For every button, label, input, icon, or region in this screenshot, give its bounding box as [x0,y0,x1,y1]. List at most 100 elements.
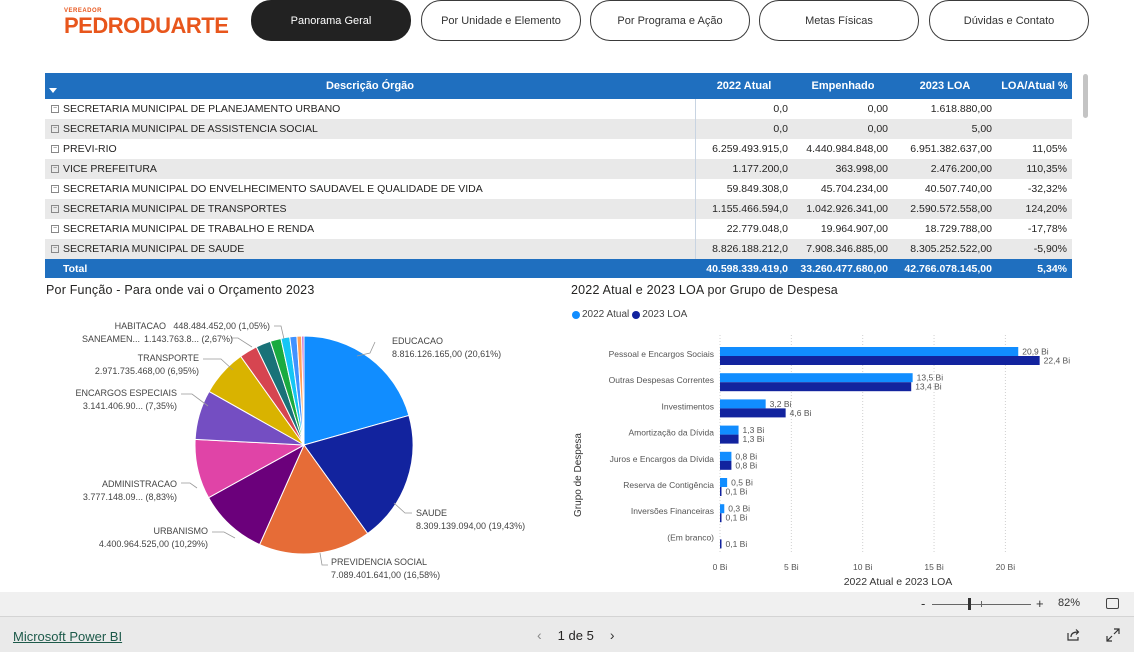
row-empenhado: 19.964.907,00 [820,223,888,235]
legend-2022[interactable]: 2022 Atual [582,309,629,320]
bar-value-label: 0,1 Bi [726,487,748,497]
row-desc: − SECRETARIA MUNICIPAL DE TRABALHO E REND… [45,223,695,235]
bar-value-label: 1,3 Bi [743,434,765,444]
legend-2023[interactable]: 2023 LOA [642,309,687,320]
bar-2023[interactable] [720,539,722,549]
pie-value-habitacao: 448.484.452,00 (1,05%) [173,321,270,331]
bar-2022[interactable] [720,425,739,435]
bar-category-label: Pessoal e Encargos Sociais [609,349,714,359]
table-row[interactable]: − SECRETARIA MUNICIPAL DE PLANEJAMENTO UR… [45,99,1072,119]
row-desc: − PREVI-RIO [45,143,695,155]
bar-2022[interactable] [720,347,1019,356]
table-header: Descrição Órgão 2022 Atual Empenhado 202… [45,73,1072,99]
zoom-default-tick [981,601,982,607]
table-total-row: Total 40.598.339.419,0 33.260.477.680,00… [45,259,1072,278]
table-row[interactable]: − SECRETARIA MUNICIPAL DE ASSISTENCIA SOC… [45,119,1072,139]
bar-title: 2022 Atual e 2023 LOA por Grupo de Despe… [571,283,838,297]
logo-text: PEDRODUARTE [64,13,229,38]
table-row[interactable]: − PREVI-RIO 6.259.493.915,0 4.440.984.848,0… [45,139,1072,159]
table-row[interactable]: − SECRETARIA MUNICIPAL DO ENVELHECIMENTO … [45,179,1072,199]
table-row[interactable]: − SECRETARIA MUNICIPAL DE TRANSPORTES 1.15… [45,199,1072,219]
bar-2022[interactable] [720,451,732,461]
row-empenhado: 45.704.234,00 [820,183,888,195]
bar-2023[interactable] [720,487,722,496]
row-atual: 6.259.493.915,0 [712,143,788,155]
pie-label-habitacao: HABITACAO [115,321,166,331]
leader-saneamento [231,337,253,348]
bar-2022[interactable] [720,504,725,514]
table-row[interactable]: − SECRETARIA MUNICIPAL DE SAUDE 8.826.188.… [45,239,1072,259]
bar-value-label: 3,2 Bi [770,399,792,409]
expand-icon[interactable]: − [51,205,59,213]
bar-value-label: 0,1 Bi [726,513,748,523]
nav-por-unidade[interactable]: Por Unidade e Elemento [421,0,581,41]
bar-2023[interactable] [720,513,722,523]
zoom-out-button[interactable]: - [921,596,925,611]
total-loa: 42.766.078.145,00 [904,262,992,275]
nav-por-programa[interactable]: Por Programa e Ação [590,0,750,41]
bar-2023[interactable] [720,382,912,392]
bar-2022[interactable] [720,399,766,409]
expand-icon[interactable]: − [51,245,59,253]
fullscreen-icon[interactable] [1106,628,1120,642]
row-desc-text: SECRETARIA MUNICIPAL DO ENVELHECIMENTO S… [63,183,483,195]
nav-duvidas-contato[interactable]: Dúvidas e Contato [929,0,1089,41]
bar-value-label: 4,6 Bi [790,408,812,418]
zoom-bar: - + 82% [0,592,1134,616]
bar-2022[interactable] [720,373,913,383]
leader-urbanismo [212,531,236,539]
prev-page-icon[interactable]: ‹ [537,627,542,643]
expand-icon[interactable]: − [51,225,59,233]
row-atual: 1.155.466.594,0 [712,203,788,215]
row-desc: − SECRETARIA MUNICIPAL DE PLANEJAMENTO UR… [45,103,695,115]
bar-2023[interactable] [720,460,732,470]
zoom-slider-thumb[interactable] [968,598,971,610]
share-icon[interactable] [1066,628,1081,642]
col-empenhado[interactable]: Empenhado [793,73,893,99]
row-atual: 1.177.200,0 [732,163,788,175]
bar-category-label: Inversões Financeiras [631,506,714,516]
legend-dot-2023 [632,310,641,319]
col-2023-loa[interactable]: 2023 LOA [893,73,997,99]
expand-icon[interactable]: − [51,185,59,193]
bar-2023[interactable] [720,356,1040,365]
bar-ylabel: Grupo de Despesa [573,433,584,517]
fit-to-page-icon[interactable] [1106,598,1119,609]
expand-icon[interactable]: − [51,145,59,153]
legend-dot-2022 [572,310,580,319]
bar-chart[interactable]: Pessoal e Encargos Sociais Outras Despesa… [560,330,1120,592]
row-atual: 0,0 [773,123,788,135]
nav-panorama-geral[interactable]: Panorama Geral [251,0,411,41]
expand-icon[interactable]: − [51,165,59,173]
bar-2023[interactable] [720,408,786,418]
pie-chart[interactable]: EDUCACAO 8.816.126.165,00 (20,61%) SAUDE… [0,300,560,590]
col-loa-atual-pct[interactable]: LOA/Atual % [997,73,1072,99]
row-pct: 11,05% [1032,143,1067,155]
bar-value-label: 22,4 Bi [1044,356,1071,366]
expand-icon[interactable]: − [51,105,59,113]
table-scrollbar[interactable] [1083,74,1088,118]
table-row[interactable]: − SECRETARIA MUNICIPAL DE TRABALHO E REND… [45,219,1072,239]
nav-metas-fisicas[interactable]: Metas Físicas [759,0,919,41]
report-page: VEREADOR PEDRODUARTE Panorama Geral Por … [0,0,1134,652]
bar-category-label: Investimentos [662,401,714,411]
pie-value-educacao: 8.816.126.165,00 (20,61%) [392,349,501,359]
row-loa: 2.476.200,00 [930,163,992,175]
leader-administracao [181,482,198,489]
bar-2023[interactable] [720,434,739,444]
next-page-icon[interactable]: › [610,627,615,643]
zoom-in-button[interactable]: + [1036,596,1044,611]
zoom-percent: 82% [1058,597,1081,609]
col-2022-atual[interactable]: 2022 Atual [695,73,793,99]
pie-label-urbanismo: URBANISMO [153,526,208,536]
row-desc: − SECRETARIA MUNICIPAL DE SAUDE [45,243,695,255]
row-empenhado: 4.440.984.848,00 [806,143,888,155]
row-loa: 18.729.788,00 [924,223,992,235]
row-desc-text: SECRETARIA MUNICIPAL DE SAUDE [63,243,245,255]
power-bi-link[interactable]: Microsoft Power BI [13,629,122,644]
row-loa: 5,00 [971,123,992,135]
table-row[interactable]: − VICE PREFEITURA 1.177.200,0 363.998,00 2.4… [45,159,1072,179]
col-descricao[interactable]: Descrição Órgão [45,73,695,99]
expand-icon[interactable]: − [51,125,59,133]
sort-down-icon[interactable] [49,88,57,93]
